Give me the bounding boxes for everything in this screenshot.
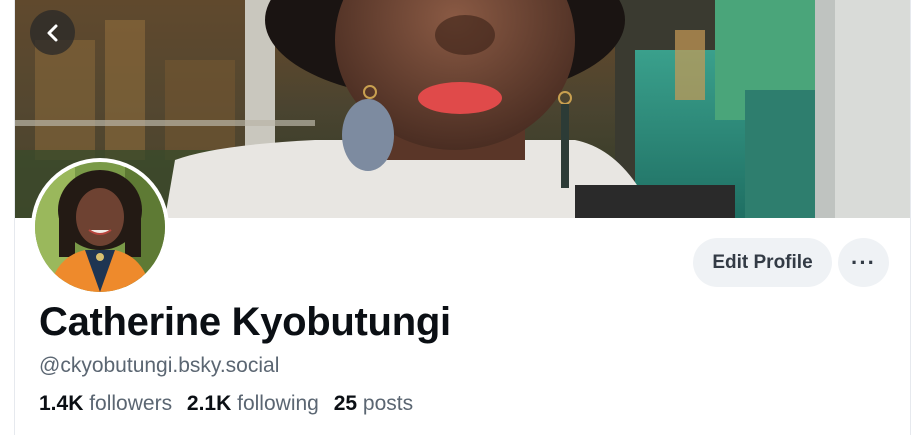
- profile-handle: @ckyobutungi.bsky.social: [39, 354, 280, 377]
- back-button[interactable]: [30, 10, 75, 55]
- more-options-button[interactable]: ···: [838, 238, 889, 287]
- avatar[interactable]: [31, 158, 169, 296]
- ellipsis-icon: ···: [851, 250, 876, 275]
- followers-count: 1.4K: [39, 392, 84, 415]
- followers-label: followers: [89, 392, 173, 415]
- avatar-image: [35, 162, 165, 292]
- chevron-left-icon: [47, 24, 57, 41]
- followers-stat[interactable]: 1.4K followers: [39, 392, 172, 415]
- following-label: following: [237, 392, 319, 415]
- following-count: 2.1K: [186, 392, 232, 415]
- profile-stats: 1.4K followers 2.1K following 25 posts: [39, 392, 422, 416]
- posts-label: posts: [362, 392, 414, 415]
- edit-profile-button[interactable]: Edit Profile: [693, 238, 832, 287]
- right-divider: [910, 0, 911, 435]
- posts-stat: 25 posts: [334, 392, 413, 415]
- posts-count: 25: [333, 392, 358, 415]
- display-name: Catherine Kyobutungi: [39, 300, 451, 344]
- following-stat[interactable]: 2.1K following: [187, 392, 319, 415]
